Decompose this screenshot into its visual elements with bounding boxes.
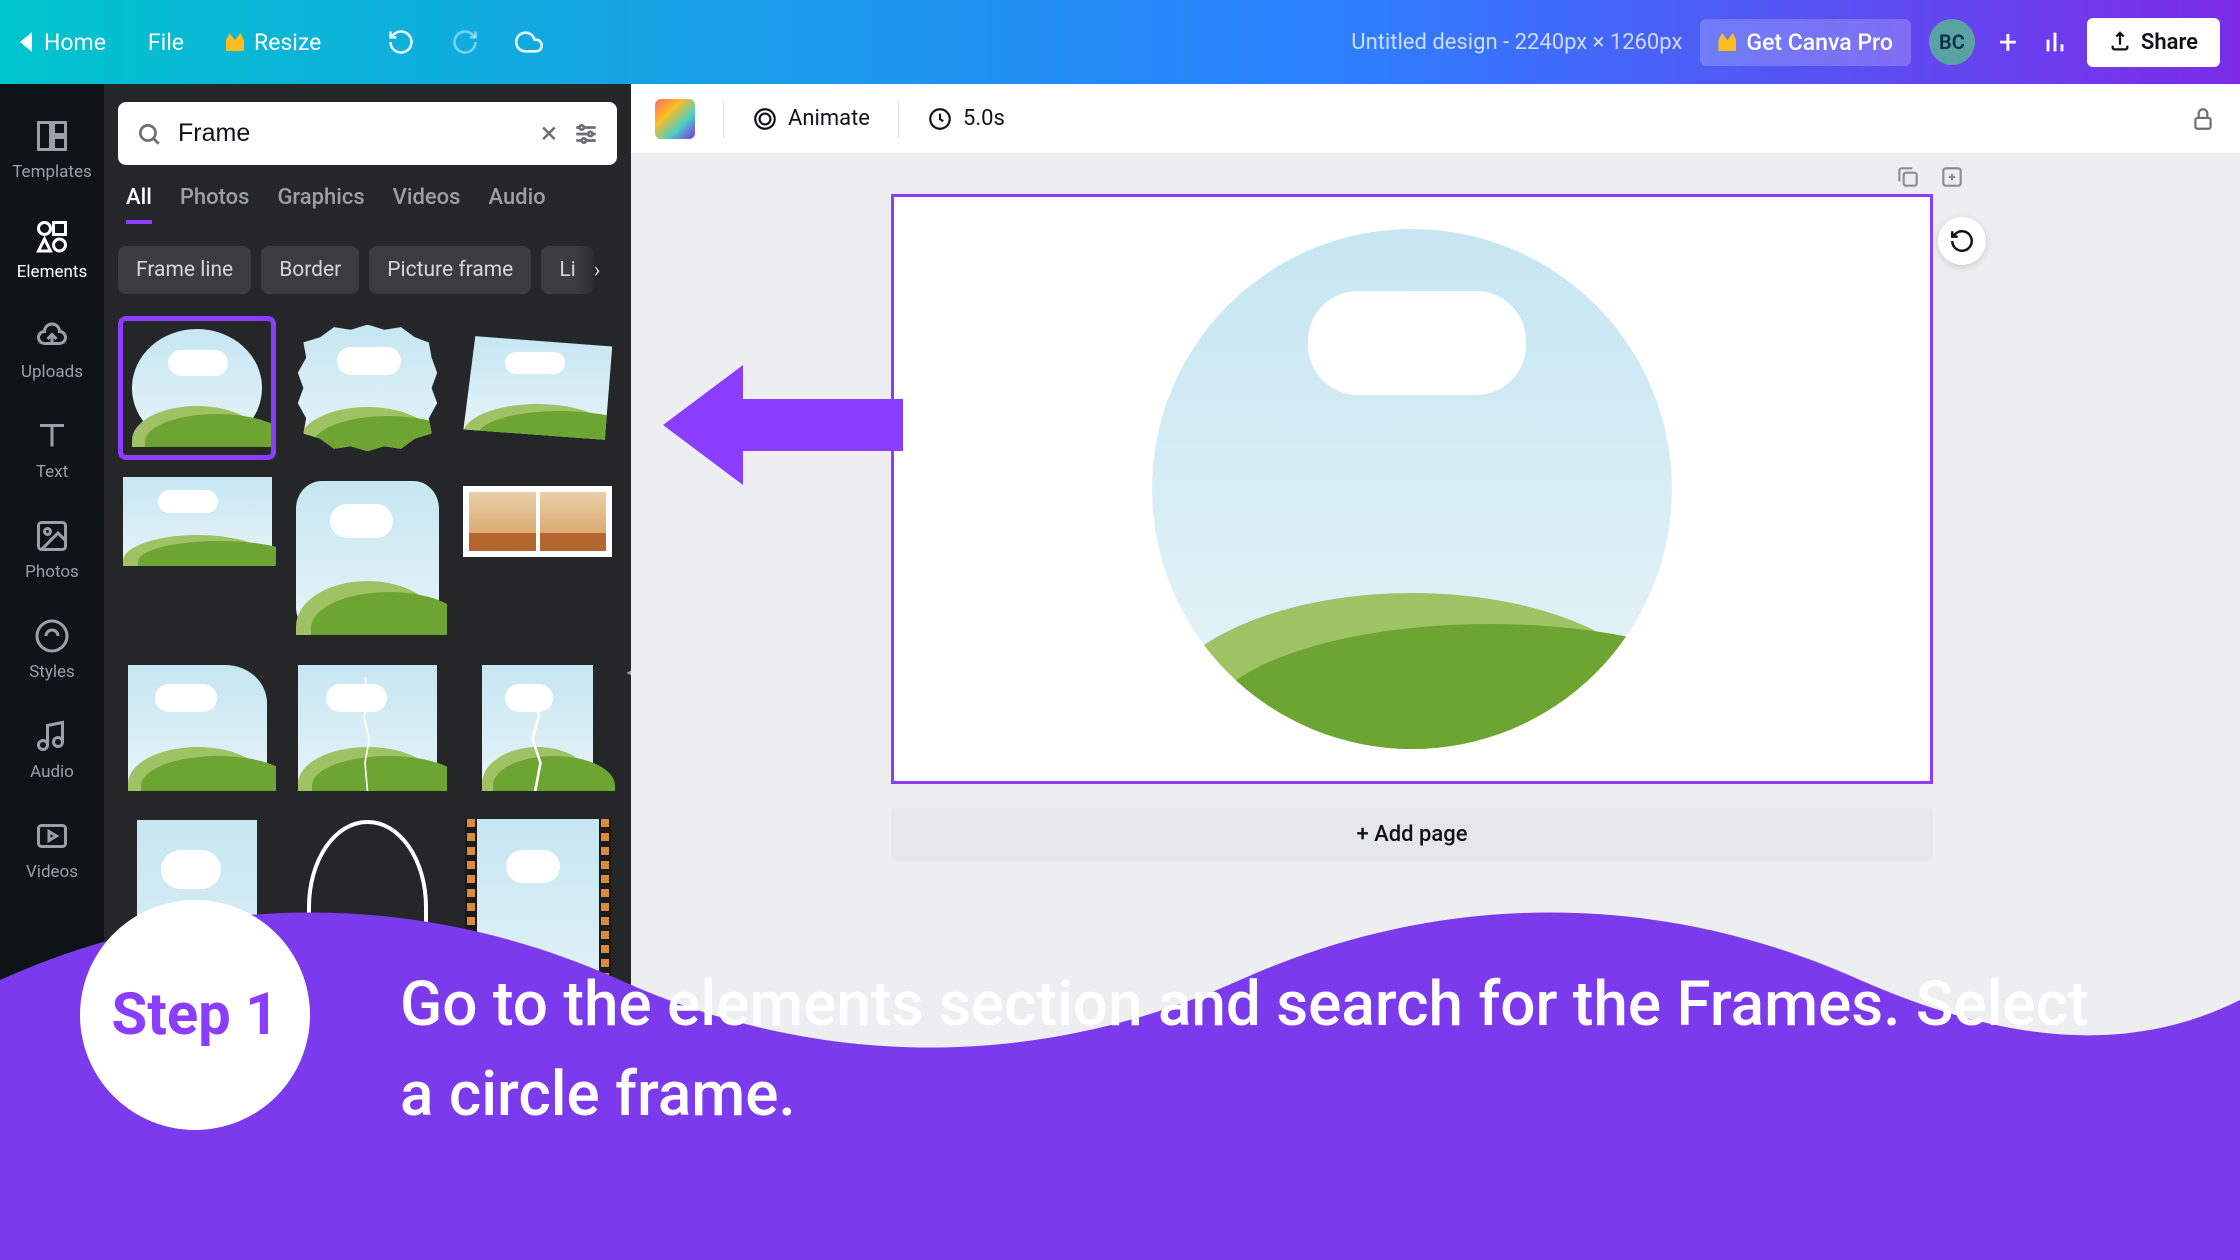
chip-picture-frame[interactable]: Picture frame: [369, 246, 531, 294]
lock-icon[interactable]: [2190, 106, 2216, 132]
search-icon: [136, 121, 162, 147]
frame-trapezoid-thumb[interactable]: [459, 316, 617, 460]
suggestion-chips: Frame line Border Picture frame Li ›: [118, 246, 617, 294]
text-icon: [34, 418, 70, 454]
filter-icon[interactable]: [573, 121, 599, 147]
page-actions: [1895, 164, 1965, 190]
sidebar-item-label: Photos: [25, 562, 79, 582]
templates-icon: [34, 118, 70, 154]
chip-border[interactable]: Border: [261, 246, 359, 294]
app-header: Home File Resize Untitled design - 2240p…: [0, 0, 2240, 84]
tutorial-overlay: Step 1 Go to the elements section and se…: [0, 860, 2240, 1260]
tab-all[interactable]: All: [126, 185, 152, 224]
crown-icon: [1718, 33, 1736, 51]
upload-icon: [2109, 31, 2131, 53]
sidebar-item-label: Elements: [17, 262, 87, 282]
redo-icon[interactable]: [451, 28, 479, 56]
animate-label: Animate: [788, 106, 870, 131]
tab-videos[interactable]: Videos: [393, 185, 461, 224]
sidebar-item-label: Uploads: [21, 362, 83, 382]
sidebar-item-uploads[interactable]: Uploads: [0, 300, 104, 400]
design-canvas[interactable]: [891, 194, 1933, 784]
panel-collapse-button[interactable]: ◀: [624, 627, 631, 717]
design-title[interactable]: Untitled design - 2240px × 1260px: [1351, 30, 1682, 55]
header-action-icons: [387, 28, 543, 56]
animate-button[interactable]: Animate: [752, 106, 870, 132]
avatar[interactable]: BC: [1929, 19, 1975, 65]
file-button[interactable]: File: [136, 21, 196, 64]
home-label: Home: [44, 29, 106, 56]
chip-frame-line[interactable]: Frame line: [118, 246, 251, 294]
tab-audio[interactable]: Audio: [488, 185, 545, 224]
share-label: Share: [2141, 30, 2198, 55]
header-left-group: Home File Resize: [20, 21, 543, 64]
styles-icon: [34, 618, 70, 654]
get-canva-pro-button[interactable]: Get Canva Pro: [1700, 19, 1911, 66]
frame-torn-thumb[interactable]: [288, 656, 446, 800]
photos-icon: [34, 518, 70, 554]
sidebar-item-label: Templates: [12, 162, 92, 182]
frame-torn2-thumb[interactable]: [459, 656, 617, 800]
sidebar-item-templates[interactable]: Templates: [0, 100, 104, 200]
duration-label: 5.0s: [963, 106, 1005, 131]
audio-icon: [34, 718, 70, 754]
undo-icon[interactable]: [387, 28, 415, 56]
crown-icon: [226, 33, 244, 51]
sidebar-item-label: Text: [36, 462, 68, 482]
resize-button[interactable]: Resize: [226, 29, 321, 56]
search-input[interactable]: [178, 119, 525, 148]
insights-icon[interactable]: [2041, 28, 2069, 56]
add-page-button[interactable]: + Add page: [891, 808, 1933, 861]
chevron-left-icon: [20, 32, 32, 52]
elements-icon: [34, 218, 70, 254]
share-button[interactable]: Share: [2087, 18, 2220, 67]
refresh-icon: [1949, 228, 1975, 254]
search-container: ×: [118, 102, 617, 165]
tutorial-arrow-icon: [653, 355, 913, 495]
frame-badge-thumb[interactable]: [288, 316, 446, 460]
frame-corner-round-thumb[interactable]: [118, 656, 276, 800]
sidebar-item-label: Audio: [30, 762, 74, 782]
frame-diptych-thumb[interactable]: [459, 472, 617, 571]
filter-tabs: All Photos Graphics Videos Audio: [118, 185, 617, 224]
sidebar-item-styles[interactable]: Styles: [0, 600, 104, 700]
canvas-toolbar: Animate 5.0s: [631, 84, 2240, 154]
uploads-icon: [34, 318, 70, 354]
sidebar-item-audio[interactable]: Audio: [0, 700, 104, 800]
home-button[interactable]: Home: [20, 29, 106, 56]
tab-graphics[interactable]: Graphics: [277, 185, 364, 224]
color-picker-button[interactable]: [655, 99, 695, 139]
frame-rounded-square-thumb[interactable]: [288, 472, 446, 644]
add-blank-page-icon[interactable]: [1939, 164, 1965, 190]
instruction-text: Go to the elements section and search fo…: [400, 960, 2100, 1140]
chips-scroll-right[interactable]: ›: [577, 246, 617, 294]
videos-icon: [34, 818, 70, 854]
add-collaborator-button[interactable]: +: [1993, 27, 2023, 57]
tab-photos[interactable]: Photos: [180, 185, 250, 224]
page-wrapper: + Add page: [631, 154, 2240, 901]
duration-button[interactable]: 5.0s: [927, 106, 1005, 132]
resize-label: Resize: [254, 29, 321, 56]
sidebar-item-label: Styles: [29, 662, 75, 682]
circle-frame-element[interactable]: [1152, 229, 1672, 749]
clear-search-button[interactable]: ×: [541, 116, 557, 151]
canva-pro-label: Get Canva Pro: [1746, 29, 1893, 56]
frame-circle-thumb[interactable]: [118, 316, 276, 460]
reset-button[interactable]: [1938, 217, 1986, 265]
step-badge: Step 1: [80, 900, 310, 1130]
sidebar-item-text[interactable]: Text: [0, 400, 104, 500]
frame-rect-thumb[interactable]: [118, 472, 276, 571]
sidebar-item-photos[interactable]: Photos: [0, 500, 104, 600]
header-right-group: Untitled design - 2240px × 1260px Get Ca…: [1351, 18, 2220, 67]
sidebar-item-elements[interactable]: Elements: [0, 200, 104, 300]
clock-icon: [927, 106, 953, 132]
duplicate-page-icon[interactable]: [1895, 164, 1921, 190]
animate-icon: [752, 106, 778, 132]
cloud-sync-icon[interactable]: [515, 28, 543, 56]
